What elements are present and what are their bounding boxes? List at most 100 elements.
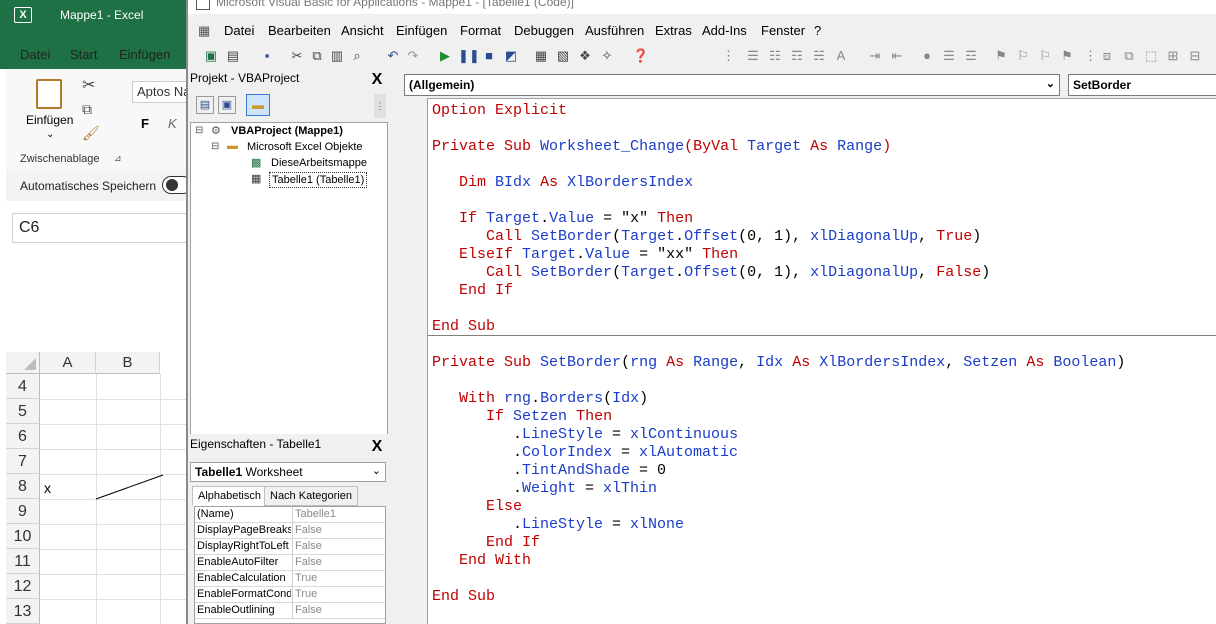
row-header[interactable]: 13 [6,599,40,624]
break-icon[interactable]: ❚❚ [458,47,480,65]
outdent-icon[interactable]: ⇤ [888,47,906,65]
redo-icon[interactable]: ↷ [404,47,422,65]
property-row[interactable]: EnableAutoFilter False [195,555,385,571]
group-icon[interactable]: ⊞ [1164,47,1182,65]
toggle-breakpoint-icon[interactable]: ● [918,47,936,65]
select-all-corner[interactable] [6,352,40,374]
paste-icon[interactable]: ▥ [328,47,346,65]
property-row[interactable]: (Name) Tabelle1 [195,507,385,523]
property-row[interactable]: EnableOutlining False [195,603,385,619]
toolbar-grip-icon[interactable]: ⋮ [722,47,735,65]
property-row[interactable]: DisplayRightToLeft False [195,539,385,555]
make-same-size-icon[interactable]: ⬚ [1142,47,1160,65]
list-properties-icon[interactable]: ☰ [744,47,762,65]
clear-bookmarks-icon[interactable]: ⚑ [1058,47,1076,65]
tree-vbaproject[interactable]: VBAProject (Mappe1) [231,125,343,137]
comment-block-icon[interactable]: ☰ [940,47,958,65]
tab-nach-kategorien[interactable]: Nach Kategorien [264,486,358,506]
parameter-info-icon[interactable]: ☵ [810,47,828,65]
menu-help[interactable]: ? [814,23,821,38]
indent-icon[interactable]: ⇥ [866,47,884,65]
paste-button[interactable]: Einfügen [26,113,73,127]
tab-datei[interactable]: Datei [20,47,50,62]
properties-object-select[interactable]: Tabelle1 Worksheet ⌄ [190,462,386,482]
menu-bearbeiten[interactable]: Bearbeiten [268,23,331,38]
dialog-launcher-icon[interactable]: ⊿ [114,153,122,164]
property-value[interactable]: False [295,524,385,536]
tree-item-sheet1[interactable]: Tabelle1 (Tabelle1) [269,172,368,188]
menu-addins[interactable]: Add-Ins [702,23,747,38]
bold-button[interactable]: F [141,116,149,131]
insert-module-icon[interactable]: ▤ [224,47,242,65]
row-header[interactable]: 10 [6,524,40,549]
collapse-icon[interactable]: ⊟ [195,125,203,136]
list-constants-icon[interactable]: ☷ [766,47,784,65]
row-header[interactable]: 9 [6,499,40,524]
code-editor[interactable]: Option Explicit Private Sub Worksheet_Ch… [428,98,1216,624]
undo-icon[interactable]: ↶ [384,47,402,65]
align-icon[interactable]: ⧈ [1098,47,1116,65]
complete-word-icon[interactable]: A [832,47,850,65]
toggle-folders-icon[interactable]: ▬ [246,94,270,116]
project-explorer-icon[interactable]: ▦ [532,47,550,65]
menu-debuggen[interactable]: Debuggen [514,23,574,38]
property-row[interactable]: DisplayPageBreaks False [195,523,385,539]
property-value[interactable]: False [295,604,385,616]
row-header[interactable]: 8 [6,474,40,499]
cut-icon[interactable]: ✂ [82,75,95,95]
name-box[interactable]: C6 [12,213,192,243]
view-object-icon[interactable]: ▣ [218,96,236,114]
code-margin-indicator-bar[interactable] [404,98,428,624]
center-icon[interactable]: ⧉ [1120,47,1138,65]
column-header-a[interactable]: A [40,352,96,374]
sheet-code-icon[interactable]: ▦ [198,23,210,39]
worksheet-grid[interactable]: A B 4 5 6 7 8 9 10 11 12 13 x [6,352,190,624]
italic-button[interactable]: K [168,116,177,131]
view-code-icon[interactable]: ▤ [196,96,214,114]
tab-start[interactable]: Start [70,47,98,67]
tab-alphabetisch[interactable]: Alphabetisch [192,486,267,506]
row-header[interactable]: 6 [6,424,40,449]
properties-icon[interactable]: ▧ [554,47,572,65]
property-value[interactable]: True [295,588,385,600]
object-browser-icon[interactable]: ❖ [576,47,594,65]
property-value[interactable]: True [295,572,385,584]
row-header[interactable]: 5 [6,399,40,424]
properties-pane-close-button[interactable]: X [368,438,386,456]
procedure-dropdown[interactable]: SetBorder [1068,74,1216,96]
property-row[interactable]: EnableFormatConditionsCalculation True [195,587,385,603]
paste-icon[interactable] [36,79,62,109]
ungroup-icon[interactable]: ⊟ [1186,47,1204,65]
menu-ansicht[interactable]: Ansicht [341,23,384,38]
toolbox-icon[interactable]: ✧ [598,47,616,65]
cell-a8[interactable]: x [44,480,51,496]
quick-info-icon[interactable]: ☶ [788,47,806,65]
menu-ausfuehren[interactable]: Ausführen [585,23,644,38]
tree-excel-objects-folder[interactable]: Microsoft Excel Objekte [247,141,363,153]
menu-datei[interactable]: Datei [224,23,254,38]
tab-einfuegen[interactable]: Einfügen [119,47,170,62]
reset-icon[interactable]: ■ [480,47,498,65]
copy-icon[interactable]: ⧉ [82,101,92,118]
toolbar-grip-icon[interactable]: ⋮ [1084,47,1097,65]
find-icon[interactable]: ⌕ [348,47,366,65]
pane-scroll-icon[interactable]: ⋮ [374,94,386,118]
uncomment-block-icon[interactable]: ☲ [962,47,980,65]
help-icon[interactable]: ❓ [632,47,650,65]
toggle-bookmark-icon[interactable]: ⚑ [992,47,1010,65]
excel-view-icon[interactable]: ▣ [202,47,220,65]
property-value[interactable]: Tabelle1 [295,508,385,520]
run-icon[interactable]: ▶ [436,47,454,65]
save-icon[interactable]: ▪ [258,47,276,65]
row-header[interactable]: 4 [6,374,40,399]
menu-format[interactable]: Format [460,23,501,38]
row-header[interactable]: 12 [6,574,40,599]
menu-einfuegen[interactable]: Einfügen [396,23,447,38]
property-value[interactable]: False [295,556,385,568]
format-painter-icon[interactable]: 🖌 [82,125,100,142]
next-bookmark-icon[interactable]: ⚐ [1014,47,1032,65]
column-header-b[interactable]: B [96,352,160,374]
design-mode-icon[interactable]: ◩ [502,47,520,65]
property-value[interactable]: False [295,540,385,552]
menu-fenster[interactable]: Fenster [761,23,805,38]
